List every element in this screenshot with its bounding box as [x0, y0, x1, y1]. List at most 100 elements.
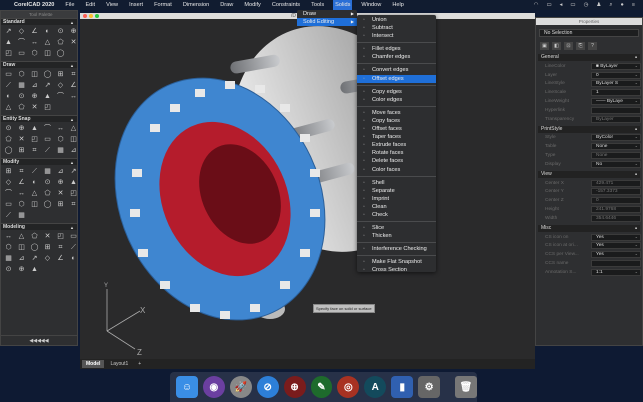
tool-icon[interactable]: ⊞	[55, 70, 66, 80]
tab-layout1[interactable]: Layout1	[106, 360, 132, 368]
filter-icon[interactable]: ⎘	[576, 42, 585, 50]
menu-item-check[interactable]: ▫ Check	[357, 211, 436, 219]
tool-icon[interactable]: ⬡	[16, 70, 27, 80]
tool-icon[interactable]: ▭	[3, 200, 14, 210]
finder-icon[interactable]: ☺	[176, 376, 198, 398]
tool-icon[interactable]: ▭	[68, 232, 79, 242]
tool-icon[interactable]: ⌒	[55, 92, 66, 102]
palette-section-draw[interactable]: Draw	[1, 61, 77, 69]
tool-icon[interactable]: ⊕	[29, 92, 40, 102]
tool-icon[interactable]: ◯	[29, 243, 40, 253]
properties-section-printstyle[interactable]: PrintStyle	[538, 125, 640, 133]
tool-icon[interactable]: ⊿	[55, 167, 66, 177]
tool-icon[interactable]: ◰	[3, 49, 14, 59]
wifi-icon[interactable]: ◠	[534, 2, 539, 8]
property-dropdown[interactable]: Yes	[591, 233, 641, 241]
tool-icon[interactable]: ⌗	[68, 200, 79, 210]
menu-item-move-faces[interactable]: ▫ Move faces	[357, 109, 436, 117]
tool-icon[interactable]: ▲	[42, 92, 53, 102]
tool-icon[interactable]: ◇	[42, 254, 53, 264]
tool-icon[interactable]: ▲	[68, 178, 79, 188]
tool-icon[interactable]: ◯	[42, 200, 53, 210]
tool-icon[interactable]: ✕	[16, 135, 27, 145]
tool-icon[interactable]: ⌗	[29, 146, 40, 156]
tool-icon[interactable]: ↗	[68, 167, 79, 177]
tool-icon[interactable]: ◰	[55, 232, 66, 242]
tool-icon[interactable]: ✕	[29, 103, 40, 113]
property-dropdown[interactable]: Yes	[591, 251, 641, 259]
menu-item-copy-edges[interactable]: ▫ Copy edges	[357, 88, 436, 96]
property-dropdown[interactable]: ■ ByLayer	[591, 62, 641, 70]
palette-section-modify[interactable]: Modify	[1, 158, 77, 166]
menu-item-color-faces[interactable]: ▫ Color faces	[357, 166, 436, 174]
menu-item-delete-faces[interactable]: ▫ Delete faces	[357, 157, 436, 165]
clock-icon[interactable]: ◷	[584, 2, 589, 8]
select-icon[interactable]: ▣	[540, 42, 549, 50]
tool-icon[interactable]: ▦	[3, 254, 14, 264]
property-field[interactable]: 1	[591, 89, 641, 97]
tool-icon[interactable]: ↔	[68, 92, 79, 102]
tool-icon[interactable]: △	[42, 38, 53, 48]
menu-item-offset-faces[interactable]: ▫ Offset faces	[357, 125, 436, 133]
menu-item-make-flat-snapshot[interactable]: ▫ Make Flat Snapshot	[357, 258, 436, 266]
tool-icon[interactable]: ∠	[29, 27, 40, 37]
selection-dropdown[interactable]: No Selection	[539, 29, 639, 37]
tool-icon[interactable]: ⬡	[3, 243, 14, 253]
tool-icon[interactable]: ◫	[42, 49, 53, 59]
menu-item-draw[interactable]: Draw ▶	[297, 10, 357, 18]
tool-icon[interactable]: ↔	[55, 124, 66, 134]
properties-section-general[interactable]: General	[538, 54, 640, 61]
menu-modify[interactable]: Modify	[242, 0, 262, 10]
menu-format[interactable]: Format	[152, 0, 174, 10]
tool-icon[interactable]: ▭	[16, 49, 27, 59]
pen-icon[interactable]: ✎	[310, 376, 333, 398]
tool-icon[interactable]: ◐	[29, 178, 40, 188]
toggle-pickadd-icon[interactable]: ⊡	[564, 42, 573, 50]
tool-icon[interactable]: ◐	[42, 27, 53, 37]
menu-draw[interactable]: Draw	[218, 0, 235, 10]
menu-item-chamfer-edges[interactable]: ▫ Chamfer edges	[357, 53, 436, 61]
a-icon[interactable]: A	[364, 376, 387, 398]
palette-section-modeling[interactable]: Modeling	[1, 223, 77, 231]
tool-icon[interactable]: △	[3, 103, 14, 113]
zoom-button[interactable]	[95, 14, 99, 18]
tool-icon[interactable]: ⟋	[3, 81, 14, 91]
tool-icon[interactable]: ⊿	[16, 254, 27, 264]
menu-view[interactable]: View	[104, 0, 120, 10]
tool-icon[interactable]: ◯	[55, 49, 66, 59]
menu-item-subtract[interactable]: ▫ Subtract	[357, 24, 436, 32]
menu-item-fillet-edges[interactable]: ▫ Fillet edges	[357, 45, 436, 53]
tool-icon[interactable]: ∠	[68, 81, 79, 91]
tool-icon[interactable]: ◰	[42, 103, 53, 113]
property-dropdown[interactable]: Yes	[591, 242, 641, 250]
close-button[interactable]	[83, 14, 87, 18]
tool-icon[interactable]: ⌗	[55, 243, 66, 253]
tool-icon[interactable]: ⬠	[29, 232, 40, 242]
add-layout-button[interactable]: +	[134, 360, 145, 368]
menu-item-taper-faces[interactable]: ▫ Taper faces	[357, 133, 436, 141]
tool-icon[interactable]: ⊕	[16, 265, 27, 275]
parallels-icon[interactable]: ▮	[391, 376, 414, 398]
tool-icon[interactable]: ▲	[3, 38, 14, 48]
tool-icon[interactable]: ◇	[55, 81, 66, 91]
camera-icon[interactable]: ◎	[337, 376, 360, 398]
menu-dimension[interactable]: Dimension	[181, 0, 211, 10]
tool-icon[interactable]: ⟋	[29, 167, 40, 177]
tool-icon[interactable]: ⊙	[3, 124, 14, 134]
menu-item-cross-section[interactable]: ▫ Cross Section	[357, 266, 436, 274]
tool-icon[interactable]: ⬠	[42, 189, 53, 199]
tool-icon[interactable]: ↔	[3, 232, 14, 242]
tool-icon[interactable]: △	[68, 124, 79, 134]
tool-icon[interactable]: ◇	[3, 178, 14, 188]
menu-item-rotate-faces[interactable]: ▫ Rotate faces	[357, 149, 436, 157]
tool-icon[interactable]: ⌗	[68, 70, 79, 80]
tool-icon[interactable]: ▲	[29, 265, 40, 275]
menu-item-color-edges[interactable]: ▫ Color edges	[357, 96, 436, 104]
tool-icon[interactable]: △	[16, 232, 27, 242]
properties-section-misc[interactable]: Misc	[538, 224, 640, 232]
menu-item-copy-faces[interactable]: ▫ Copy faces	[357, 117, 436, 125]
menu-solids[interactable]: Solids	[333, 0, 353, 10]
menu-icon[interactable]: ≡	[632, 2, 635, 8]
tool-icon[interactable]: ◫	[68, 135, 79, 145]
volume-icon[interactable]: ◂	[560, 2, 563, 8]
